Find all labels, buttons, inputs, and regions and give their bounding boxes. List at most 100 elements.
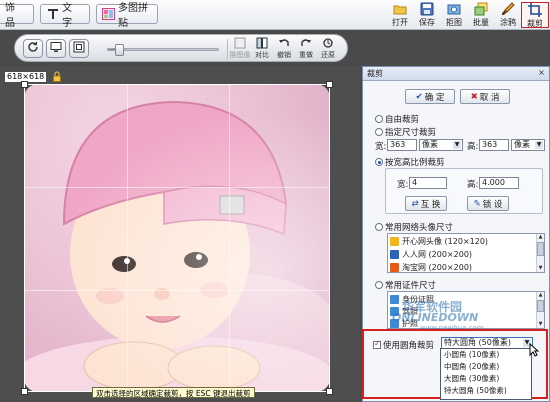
open-button[interactable]: 打开 bbox=[386, 2, 414, 28]
avatar-size-list[interactable]: 开心网头像 (120×120) 人人网 (200×200) 淘宝网 (200×2… bbox=[387, 233, 545, 273]
crop-handle-bottom-left[interactable] bbox=[21, 388, 28, 395]
list-item[interactable]: 护照 bbox=[390, 317, 418, 328]
collage-button[interactable]: 多图拼贴 bbox=[96, 3, 158, 29]
redo-label: 重做 bbox=[299, 51, 313, 59]
rotate-button[interactable] bbox=[23, 39, 43, 58]
undo-button[interactable]: 撤销 bbox=[273, 37, 295, 61]
list-item[interactable]: 淘宝网 (200×200) bbox=[390, 261, 472, 272]
brush-icon bbox=[501, 2, 515, 16]
text-button[interactable]: 文 字 bbox=[40, 3, 90, 29]
star-icon bbox=[390, 237, 399, 246]
ratio-width-label: 宽: bbox=[397, 180, 409, 190]
fixed-size-radio[interactable] bbox=[375, 128, 383, 136]
round-corner-dropdown[interactable]: 小圆角 (10像素) 中圆角 (20像素) 大圆角 (30像素) 特大圆角 (5… bbox=[440, 348, 532, 400]
scroll-down-icon[interactable]: ▼ bbox=[537, 265, 544, 272]
panel-title: 裁剪 bbox=[363, 67, 549, 81]
brush-button[interactable]: 涂鸦 bbox=[494, 2, 522, 28]
open-folder-icon bbox=[393, 2, 407, 16]
width-input[interactable]: 363 bbox=[387, 139, 417, 151]
list-scrollbar[interactable]: ▲ ▼ bbox=[536, 292, 544, 328]
ratio-height-input[interactable]: 4.000 bbox=[479, 177, 519, 189]
screenshot-icon bbox=[447, 2, 461, 16]
save-disk-icon bbox=[420, 2, 434, 16]
redo-button[interactable]: 重做 bbox=[295, 37, 317, 61]
scroll-thumb[interactable] bbox=[537, 300, 544, 312]
swap-image-label: 换图像 bbox=[229, 51, 251, 59]
cancel-x-icon: ✖ bbox=[470, 91, 478, 102]
list-item-label: 护照 bbox=[402, 319, 418, 328]
crop-handle-top-left[interactable] bbox=[21, 81, 28, 88]
crop-handle-top-right[interactable] bbox=[326, 81, 333, 88]
cancel-button[interactable]: ✖ 取 消 bbox=[460, 89, 510, 104]
dropdown-option[interactable]: 特大圆角 (50像素) bbox=[441, 385, 531, 397]
confirm-button[interactable]: ✔ 确 定 bbox=[405, 89, 455, 104]
avatar-size-label: 常用网络头像尺寸 bbox=[385, 223, 454, 233]
dropdown-option[interactable]: 小圆角 (10像素) bbox=[441, 349, 531, 361]
free-crop-option[interactable]: 自由裁剪 bbox=[375, 113, 419, 125]
list-item-label: 开心网头像 (120×120) bbox=[402, 237, 489, 246]
crop-label: 裁剪 bbox=[527, 19, 543, 28]
avatar-size-option[interactable]: 常用网络头像尺寸 bbox=[375, 221, 453, 233]
lock-ratio-button[interactable]: ✎ 锁 设 bbox=[467, 196, 509, 211]
scroll-down-icon[interactable]: ▼ bbox=[537, 321, 544, 328]
compare-icon bbox=[256, 37, 268, 49]
lock-icon[interactable] bbox=[53, 71, 61, 82]
checkmark-icon: ✔ bbox=[415, 91, 423, 102]
decor-button[interactable]: 饰 品 bbox=[0, 3, 34, 29]
scroll-up-icon[interactable]: ▲ bbox=[537, 234, 544, 241]
scroll-thumb[interactable] bbox=[537, 242, 544, 256]
id-card-icon bbox=[390, 295, 399, 304]
list-item-label: 身份证照 bbox=[402, 295, 434, 304]
swap-label: 互 换 bbox=[420, 199, 441, 210]
zoom-slider[interactable] bbox=[107, 44, 219, 56]
scroll-up-icon[interactable]: ▲ bbox=[537, 292, 544, 299]
save-button[interactable]: 保存 bbox=[413, 2, 441, 28]
width-unit-select[interactable]: 像素 ▼ bbox=[419, 139, 463, 151]
decor-label: 饰 品 bbox=[5, 3, 15, 29]
swap-image-button[interactable]: 换图像 bbox=[229, 37, 251, 61]
crop-selection[interactable] bbox=[21, 81, 333, 395]
fixed-size-option[interactable]: 指定尺寸裁剪 bbox=[375, 126, 436, 138]
monitor-icon bbox=[50, 41, 62, 56]
renren-icon bbox=[390, 250, 399, 259]
compare-button[interactable]: 对比 bbox=[251, 37, 273, 61]
id-size-option[interactable]: 常用证件尺寸 bbox=[375, 279, 436, 291]
ratio-crop-option[interactable]: 按宽高比例裁剪 bbox=[375, 156, 445, 168]
ratio-crop-label: 按宽高比例裁剪 bbox=[385, 158, 445, 168]
actual-size-button[interactable] bbox=[69, 39, 89, 58]
screenshot-button[interactable]: 拒图 bbox=[440, 2, 468, 28]
list-item[interactable]: 开心网头像 (120×120) bbox=[390, 235, 488, 248]
collage-icon bbox=[102, 7, 115, 21]
save-label: 保存 bbox=[419, 18, 435, 27]
actual-size-icon bbox=[73, 41, 85, 56]
height-input[interactable]: 363 bbox=[479, 139, 509, 151]
id-size-list[interactable]: 身份证照 驾照 护照 ▲ ▼ bbox=[387, 291, 545, 329]
dropdown-option[interactable]: 大圆角 (30像素) bbox=[441, 373, 531, 385]
restore-button[interactable]: 还原 bbox=[317, 37, 339, 61]
dropdown-option[interactable]: 中圆角 (20像素) bbox=[441, 361, 531, 373]
ratio-width-input[interactable]: 4 bbox=[409, 177, 447, 189]
batch-button[interactable]: 批量 bbox=[467, 2, 495, 28]
crop-button[interactable]: 裁剪 bbox=[521, 2, 549, 28]
list-item[interactable]: 人人网 (200×200) bbox=[390, 248, 472, 261]
batch-icon bbox=[474, 2, 488, 16]
ratio-crop-radio[interactable] bbox=[375, 158, 383, 166]
zoom-slider-thumb[interactable] bbox=[115, 44, 124, 56]
height-unit-select[interactable]: 像素 ▼ bbox=[511, 139, 545, 151]
collage-label: 多图拼贴 bbox=[118, 3, 148, 29]
list-scrollbar[interactable]: ▲ ▼ bbox=[536, 234, 544, 272]
toolbar-divider bbox=[227, 39, 228, 59]
close-icon[interactable]: × bbox=[537, 69, 546, 78]
id-size-radio[interactable] bbox=[375, 281, 383, 289]
crop-gridline bbox=[127, 85, 128, 391]
fixed-size-label: 指定尺寸裁剪 bbox=[385, 128, 437, 138]
swap-button[interactable]: ⇄ 互 换 bbox=[405, 196, 447, 211]
crop-handle-bottom-right[interactable] bbox=[326, 388, 333, 395]
free-crop-radio[interactable] bbox=[375, 115, 383, 123]
avatar-size-radio[interactable] bbox=[375, 223, 383, 231]
fit-window-button[interactable] bbox=[46, 39, 66, 58]
ratio-height-label: 高: bbox=[467, 180, 479, 190]
text-t-icon bbox=[46, 7, 59, 21]
chevron-down-icon: ▼ bbox=[535, 141, 543, 149]
main-toolbar: 饰 品 文 字 多图拼贴 打开 保存 拒图 批量 涂鸦 裁剪 bbox=[0, 0, 550, 30]
